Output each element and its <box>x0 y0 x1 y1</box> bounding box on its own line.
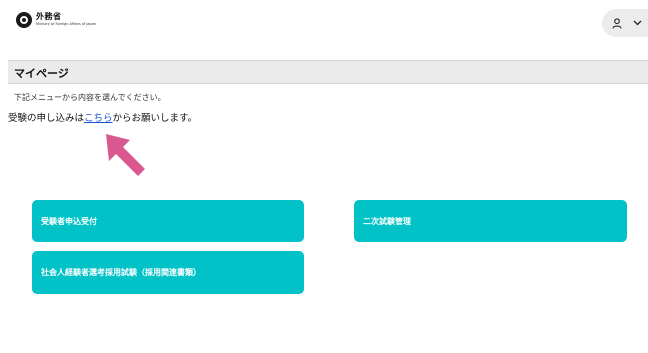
apply-prefix: 受験の申し込みは <box>8 113 85 124</box>
tile-label: 受験者申込受付 <box>41 216 97 226</box>
logo-english: Ministry of Foreign Affairs of Japan <box>36 22 97 27</box>
chevron-down-icon <box>633 20 642 26</box>
header: 外務省 Ministry of Foreign Affairs of Japan <box>0 0 648 48</box>
instruction-text: 下記メニューから内容を選んでください。 <box>14 93 166 102</box>
tile-experienced-hire-documents[interactable]: 社会人経験者選考採用試験（採用関連書類） <box>32 251 304 294</box>
page: 外務省 Ministry of Foreign Affairs of Japan… <box>0 0 648 353</box>
page-title-bar: マイページ <box>8 60 648 84</box>
tile-label: 社会人経験者選考採用試験（採用関連書類） <box>41 268 201 277</box>
tile-second-exam-management[interactable]: 二次試験管理 <box>354 200 627 242</box>
pointer-arrow-icon <box>106 134 145 176</box>
logo-text: 外務省 Ministry of Foreign Affairs of Japan <box>36 13 96 27</box>
apply-suffix: からお願いします。 <box>112 113 198 124</box>
user-icon <box>612 17 622 29</box>
emblem-icon <box>16 12 32 28</box>
user-menu-button[interactable] <box>602 9 648 37</box>
tile-applicant-reception[interactable]: 受験者申込受付 <box>32 200 304 242</box>
tile-label: 二次試験管理 <box>363 216 411 226</box>
page-title: マイページ <box>14 67 69 80</box>
apply-notice: 受験の申し込みはこちらからお願いします。 <box>8 110 197 124</box>
apply-link[interactable]: こちら <box>84 113 113 124</box>
logo-japanese: 外務省 <box>36 12 62 22</box>
mofa-logo[interactable]: 外務省 Ministry of Foreign Affairs of Japan <box>16 12 96 28</box>
